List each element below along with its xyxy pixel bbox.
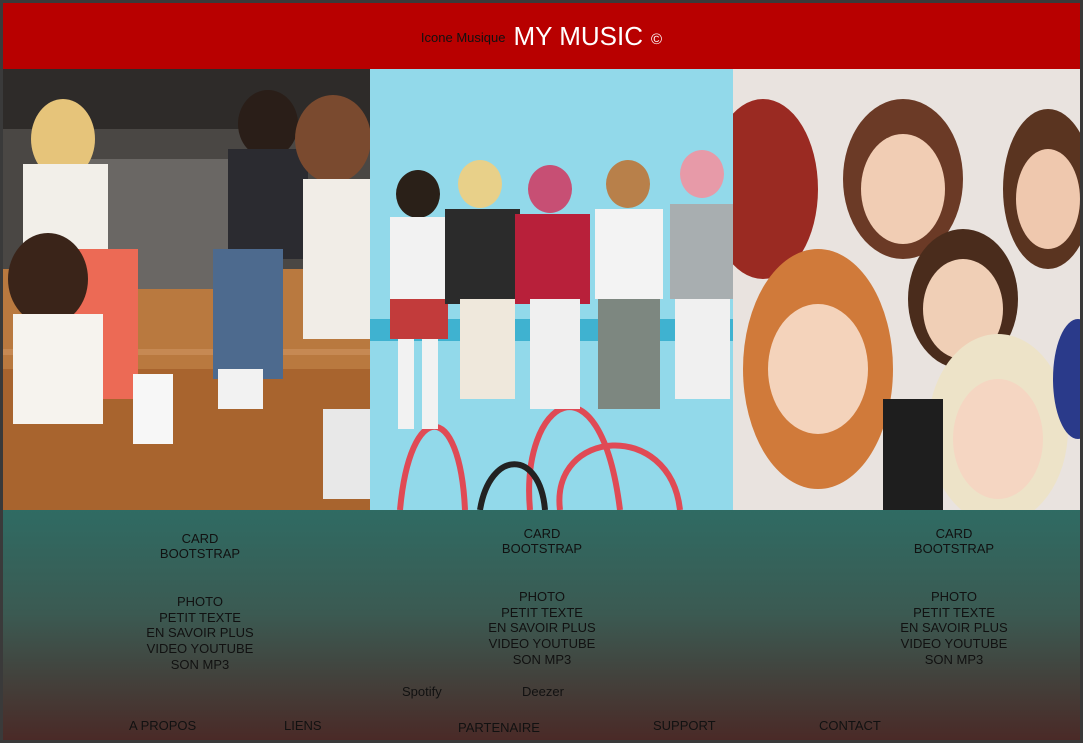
card-3-text-link[interactable]: PETIT TEXTE <box>884 605 1024 621</box>
site-title[interactable]: MY MUSIC <box>513 21 643 52</box>
card-1-title: CARD BOOTSTRAP <box>159 531 241 561</box>
card-3-photo-link[interactable]: PHOTO <box>884 589 1024 605</box>
card-1-list: PHOTO PETIT TEXTE EN SAVOIR PLUS VIDEO Y… <box>130 594 270 673</box>
card-2-video-link[interactable]: VIDEO YOUTUBE <box>472 636 612 652</box>
card-3-title: CARD BOOTSTRAP <box>913 526 995 556</box>
card-2-more-link[interactable]: EN SAVOIR PLUS <box>472 620 612 636</box>
card-1-text-link[interactable]: PETIT TEXTE <box>130 610 270 626</box>
footer-support-link[interactable]: SUPPORT <box>653 718 716 733</box>
card-1-more-link[interactable]: EN SAVOIR PLUS <box>130 625 270 641</box>
card-1-mp3-link[interactable]: SON MP3 <box>130 657 270 673</box>
card-3-video-link[interactable]: VIDEO YOUTUBE <box>884 636 1024 652</box>
content-section: CARD BOOTSTRAP PHOTO PETIT TEXTE EN SAVO… <box>3 510 1080 740</box>
deezer-link[interactable]: Deezer <box>522 684 564 699</box>
site-header: Icone Musique MY MUSIC © <box>3 3 1080 69</box>
group-photo-1[interactable] <box>3 69 370 510</box>
card-2-title: CARD BOOTSTRAP <box>501 526 583 556</box>
card-3-more-link[interactable]: EN SAVOIR PLUS <box>884 620 1024 636</box>
group-photo-3[interactable] <box>733 69 1080 510</box>
footer-about-link[interactable]: A PROPOS <box>129 718 196 733</box>
spotify-link[interactable]: Spotify <box>402 684 442 699</box>
card-3-list: PHOTO PETIT TEXTE EN SAVOIR PLUS VIDEO Y… <box>884 589 1024 668</box>
footer-contact-link[interactable]: CONTACT <box>819 718 881 733</box>
card-2-mp3-link[interactable]: SON MP3 <box>472 652 612 668</box>
card-2-list: PHOTO PETIT TEXTE EN SAVOIR PLUS VIDEO Y… <box>472 589 612 668</box>
footer-links-link[interactable]: LIENS <box>284 718 322 733</box>
music-icon-label: Icone Musique <box>420 29 506 45</box>
footer-partners-link[interactable]: PARTENAIRE <box>458 720 540 735</box>
card-2-text-link[interactable]: PETIT TEXTE <box>472 605 612 621</box>
card-1-photo-link[interactable]: PHOTO <box>130 594 270 610</box>
card-1-video-link[interactable]: VIDEO YOUTUBE <box>130 641 270 657</box>
photo-banner <box>3 69 1080 510</box>
page-frame: Icone Musique MY MUSIC © CARD BOOTSTRAP … <box>0 0 1083 743</box>
card-2-photo-link[interactable]: PHOTO <box>472 589 612 605</box>
copyright-icon: © <box>651 30 663 48</box>
group-photo-2[interactable] <box>370 69 733 510</box>
card-3-mp3-link[interactable]: SON MP3 <box>884 652 1024 668</box>
